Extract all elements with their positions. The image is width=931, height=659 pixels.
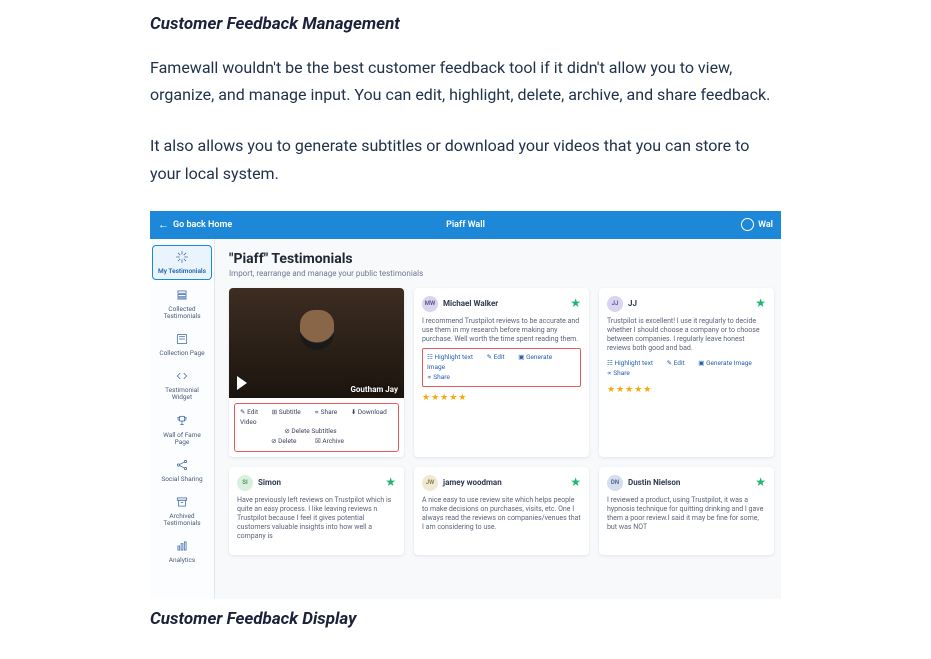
card-actions-row: ☷ Highlight text ✎ Edit ▣ Generate Image… [607,359,766,379]
sidebar-item-archived-testimonials[interactable]: Archived Testimonials [153,491,211,531]
go-back-home-label: Go back Home [173,220,232,230]
sidebar-label: Analytics [169,556,196,564]
card-actions-box: ☷ Highlight text ✎ Edit ▣ Generate Image… [422,348,581,387]
testimonial-card[interactable]: ★ JW jamey woodman A nice easy to use re… [414,467,589,555]
back-arrow-icon: ← [158,218,169,231]
star-icon: ★ [755,296,766,310]
sidebar-item-social-sharing[interactable]: Social Sharing [153,454,211,487]
author-name: jamey woodman [443,478,502,487]
testimonial-text: I reviewed a product, using Trustpilot, … [607,496,766,532]
avatar: DN [607,475,623,491]
article-paragraph-1: Famewall wouldn't be the best customer f… [150,54,781,108]
video-thumbnail[interactable]: Goutham Jay [229,288,404,398]
author-name: Dustin Nielson [628,478,680,487]
testimonial-text: A nice easy to use review site which hel… [422,496,581,532]
star-icon: ★ [570,475,581,489]
testimonial-card[interactable]: ★ JJ JJ Trustpilot is excellent! I use i… [599,288,774,457]
delete-subtitles-action[interactable]: ⊘ Delete Subtitles [240,427,387,437]
sidebar-label: Archived Testimonials [163,512,200,527]
share-action[interactable]: ∝ Share [314,408,343,416]
sidebar-label: Testimonial Widget [165,386,199,401]
avatar: JJ [607,296,623,312]
testimonial-text: Trustpilot is excellent! I use it regula… [607,317,766,353]
sidebar-label: My Testimonials [158,267,206,275]
highlight-text-action[interactable]: ☷ Highlight text [427,353,479,361]
star-rating: ★★★★★ [607,385,766,395]
edit-action[interactable]: ✎ Edit [240,408,264,416]
edit-action[interactable]: ✎ Edit [487,353,511,361]
main-panel: "Piaff" Testimonials Import, rearrange a… [215,239,781,599]
wall-title: Piaff Wall [150,220,781,230]
testimonial-card[interactable]: ★ SI Simon Have previously left reviews … [229,467,404,555]
app-screenshot: ← Go back Home Piaff Wall Wal My Testimo… [150,211,781,599]
stack-icon [175,288,189,302]
sidebar-label: Collection Page [159,349,204,357]
video-actions-box: ✎ Edit ⊞ Subtitle ∝ Share ⬇ Download Vid… [234,403,399,452]
topbar-right-group[interactable]: Wal [741,218,773,231]
delete-action[interactable]: ⊘ Delete [271,437,302,445]
page-title: "Piaff" Testimonials [229,251,767,267]
testimonial-card[interactable]: ★ DN Dustin Nielson I reviewed a product… [599,467,774,555]
highlight-text-action[interactable]: ☷ Highlight text [607,359,659,367]
testimonial-video-card[interactable]: Goutham Jay ✎ Edit ⊞ Subtitle ∝ Share ⬇ … [229,288,404,457]
sidebar-item-wall-of-fame[interactable]: Wall of Fame Page [153,410,211,450]
share-action[interactable]: ∝ Share [427,373,456,381]
sidebar-label: Social Sharing [161,475,202,483]
sidebar-item-collection-page[interactable]: Collection Page [153,328,211,361]
testimonial-card[interactable]: ★ MW Michael Walker I recommend Trustpil… [414,288,589,457]
analytics-icon [175,539,189,553]
sidebar-item-analytics[interactable]: Analytics [153,535,211,568]
share-icon [175,458,189,472]
image-caption: Customer Feedback Display [150,609,781,629]
subtitle-action[interactable]: ⊞ Subtitle [272,408,307,416]
star-icon: ★ [755,475,766,489]
sidebar-label: Wall of Fame Page [163,431,201,446]
star-icon: ★ [570,296,581,310]
topbar-right-label: Wal [758,220,773,230]
star-icon: ★ [385,475,396,489]
testimonial-text: I recommend Trustpilot reviews to be acc… [422,317,581,344]
edit-action[interactable]: ✎ Edit [667,359,691,367]
app-topbar: ← Go back Home Piaff Wall Wal [150,211,781,239]
archive-icon [175,495,189,509]
section-heading: Customer Feedback Management [150,14,781,34]
sparkle-icon [175,250,189,264]
sidebar: My Testimonials Collected Testimonials C… [150,239,215,599]
star-rating: ★★★★★ [422,393,581,403]
sidebar-item-my-testimonials[interactable]: My Testimonials [152,245,212,280]
share-action[interactable]: ∝ Share [607,369,636,377]
generate-image-action[interactable]: ▣ Generate Image [698,359,758,367]
avatar: JW [422,475,438,491]
sidebar-item-testimonial-widget[interactable]: Testimonial Widget [153,365,211,405]
archive-action[interactable]: ☒ Archive [315,437,350,445]
play-icon [237,376,247,390]
sidebar-label: Collected Testimonials [163,305,200,320]
avatar: SI [237,475,253,491]
page-icon [175,332,189,346]
author-name: Simon [258,478,281,487]
article-paragraph-2: It also allows you to generate subtitles… [150,132,781,186]
video-author: Goutham Jay [350,385,398,394]
go-back-home-link[interactable]: ← Go back Home [158,218,232,231]
testimonial-text: Have previously left reviews on Trustpil… [237,496,396,541]
trophy-icon [175,414,189,428]
author-name: JJ [628,299,637,308]
code-icon [175,369,189,383]
page-subtitle: Import, rearrange and manage your public… [229,269,767,278]
sidebar-item-collected-testimonials[interactable]: Collected Testimonials [153,284,211,324]
avatar: MW [422,296,438,312]
settings-icon [741,218,754,231]
author-name: Michael Walker [443,299,498,308]
